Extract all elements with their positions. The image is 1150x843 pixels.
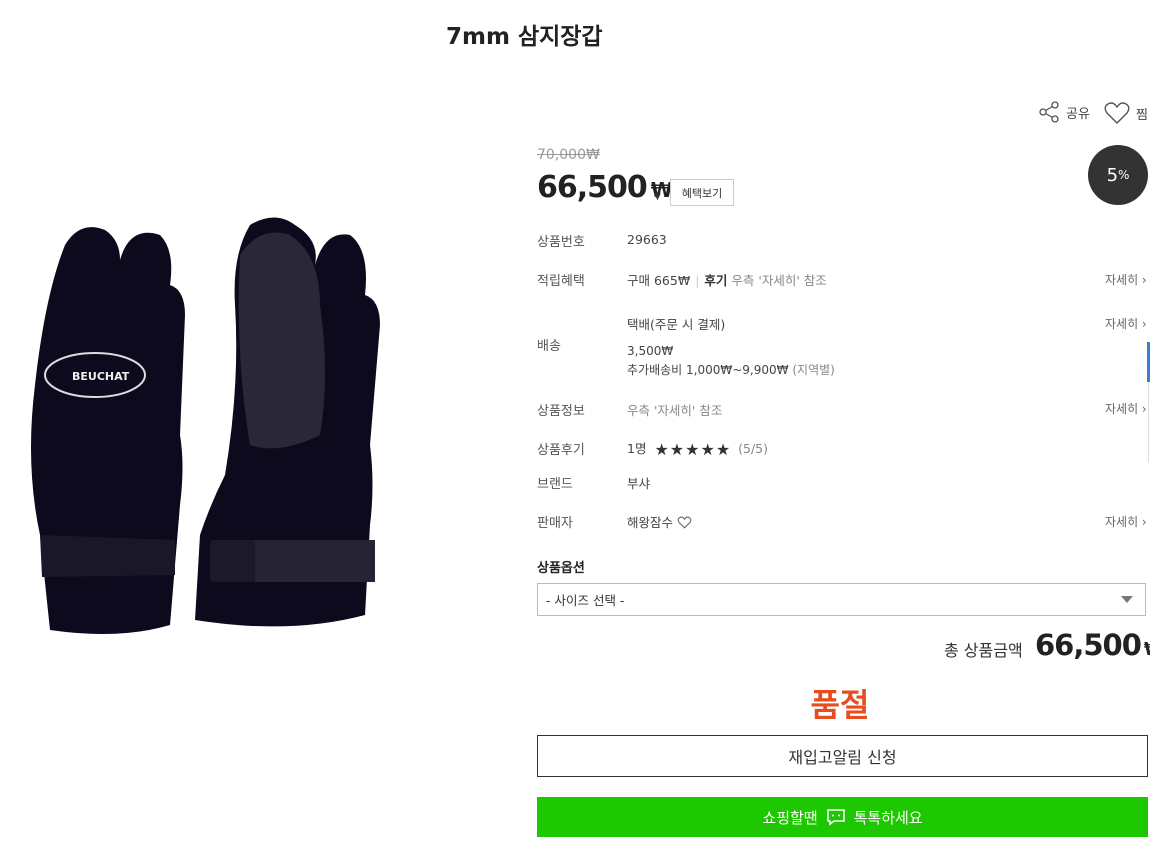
brand-value[interactable]: 부샤	[627, 473, 650, 492]
seller-value[interactable]: 해왕잠수	[627, 512, 692, 531]
scrollbar-track[interactable]	[1148, 382, 1149, 462]
price-detail-arrow-icon[interactable]: ▼	[654, 192, 661, 202]
star-icon: ★	[715, 439, 731, 459]
shipping-more-link[interactable]: 자세히 ›	[1105, 315, 1147, 332]
star-icon: ★	[669, 439, 685, 459]
product-info-value: 우측 '자세히' 참조	[627, 403, 723, 418]
total-label: 총 상품금액	[944, 641, 1023, 660]
heart-icon	[1104, 102, 1130, 124]
total-currency: ₩	[1144, 639, 1150, 660]
total-value: 66,500	[1035, 628, 1142, 662]
option-label: 상품옵션	[537, 561, 585, 576]
review-count: 1명	[627, 441, 647, 456]
product-info-label: 상품정보	[537, 404, 585, 419]
sale-price: 66,500 ₩	[537, 170, 673, 205]
total-price: 66,500₩	[1035, 628, 1150, 662]
rating-stars: ★ ★ ★ ★ ★	[654, 439, 731, 459]
shipping-method: 택배(주문 시 결제)	[627, 317, 726, 332]
seller-heart-icon[interactable]	[677, 516, 692, 529]
product-title: 7mm 삼지장갑	[446, 24, 603, 50]
star-icon: ★	[685, 439, 700, 459]
chat-icon	[826, 809, 845, 826]
star-icon: ★	[654, 439, 669, 459]
benefit-button[interactable]: 혜택보기	[670, 179, 734, 206]
points-label: 적립혜택	[537, 274, 585, 289]
share-label: 공유	[1066, 106, 1090, 122]
shipping-extra-note: (지역별)	[792, 363, 835, 377]
restock-alert-button[interactable]: 재입고알림 신청	[537, 735, 1148, 777]
price-value: 66,500	[537, 170, 648, 205]
size-select[interactable]: - 사이즈 선택 -	[537, 583, 1146, 616]
points-more-link[interactable]: 자세히 ›	[1105, 271, 1147, 288]
points-value: 구매 665₩ | 후기 우측 '자세히' 참조	[627, 273, 827, 288]
talk-prefix: 쇼핑할땐	[762, 808, 818, 827]
star-icon: ★	[700, 439, 715, 459]
review-score: (5/5)	[738, 441, 769, 456]
points-review-note: 우측 '자세히' 참조	[731, 273, 827, 288]
shipping-fee: 3,500₩	[627, 344, 674, 358]
discount-value: 5	[1106, 164, 1119, 186]
share-button[interactable]: 공유	[1038, 101, 1090, 123]
soldout-status: 품절	[810, 686, 870, 724]
review-label: 상품후기	[537, 443, 585, 458]
discount-unit: %	[1118, 168, 1130, 182]
points-review: 후기	[704, 273, 728, 288]
product-no-label: 상품번호	[537, 235, 585, 250]
seller-name: 해왕잠수	[627, 515, 674, 530]
seller-label: 판매자	[537, 516, 573, 531]
chevron-down-icon	[1121, 596, 1133, 603]
talk-talk-button[interactable]: 쇼핑할땐 톡톡하세요	[537, 797, 1148, 837]
shipping-extra: 추가배송비 1,000₩~9,900₩ (지역별)	[627, 361, 835, 378]
share-icon	[1039, 101, 1059, 123]
brand-label: 브랜드	[537, 477, 573, 492]
shipping-label: 배송	[537, 339, 561, 354]
talk-suffix: 톡톡하세요	[853, 808, 923, 827]
product-image: BEUCHAT	[31, 217, 380, 634]
points-purchase: 구매 665₩	[627, 273, 691, 288]
product-no-value: 29663	[627, 232, 667, 247]
seller-more-link[interactable]: 자세히 ›	[1105, 513, 1147, 530]
wish-button[interactable]: 찜	[1104, 101, 1148, 125]
wish-label: 찜	[1136, 107, 1148, 123]
original-price: 70,000₩	[537, 147, 600, 163]
review-value[interactable]: 1명 ★ ★ ★ ★ ★ (5/5)	[627, 438, 768, 458]
product-info-more-link[interactable]: 자세히 ›	[1105, 400, 1147, 417]
shipping-extra-fee: 추가배송비 1,000₩~9,900₩	[627, 363, 789, 377]
size-select-value: - 사이즈 선택 -	[546, 593, 625, 608]
discount-badge: 5%	[1088, 145, 1148, 205]
svg-text:BEUCHAT: BEUCHAT	[72, 370, 130, 383]
